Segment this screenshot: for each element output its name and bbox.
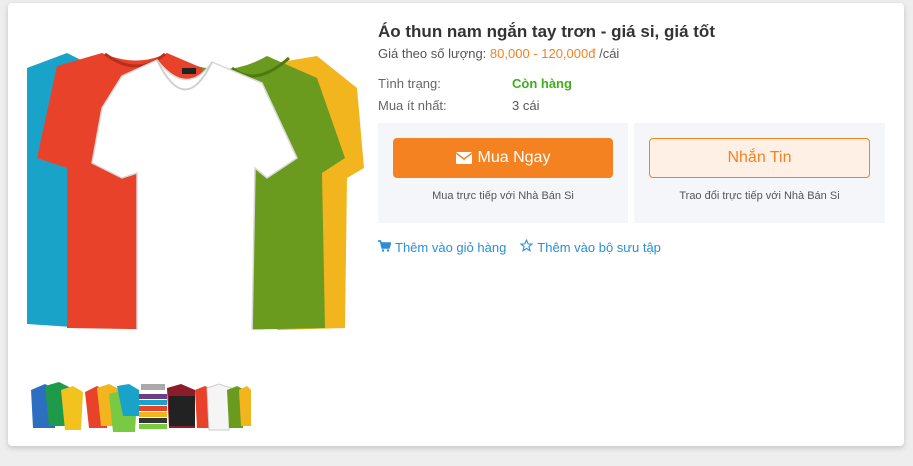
buy-box: Mua Ngay Mua trực tiếp với Nhà Bán Si: [378, 123, 628, 223]
thumbnail-2[interactable]: [83, 376, 139, 432]
message-box: Nhắn Tin Trao đổi trực tiếp với Nhà Bán …: [634, 123, 885, 223]
thumbnail-3[interactable]: [139, 376, 195, 432]
product-title: Áo thun nam ngắn tay trơn - giá si, giá …: [378, 22, 715, 41]
product-card: Áo thun nam ngắn tay trơn - giá si, giá …: [8, 3, 904, 446]
buy-now-label: Mua Ngay: [477, 149, 551, 166]
cart-icon: [378, 239, 392, 255]
thumbnail-1[interactable]: [27, 376, 83, 432]
status-value: Còn hàng: [512, 76, 572, 91]
product-main-image[interactable]: [27, 48, 364, 330]
thumbnail-4[interactable]: [195, 376, 251, 432]
add-to-collection-label: Thêm vào bộ sưu tập: [537, 239, 661, 255]
add-to-collection-link[interactable]: Thêm vào bộ sưu tập: [519, 238, 661, 255]
price-line: Giá theo số lượng: 80,000 - 120,000đ /cá…: [378, 46, 619, 61]
min-order-label: Mua ít nhất:: [378, 98, 447, 113]
status-label: Tình trạng:: [378, 76, 441, 91]
message-label: Nhắn Tin: [727, 149, 792, 166]
message-subtext: Trao đổi trực tiếp với Nhà Bán Si: [679, 190, 840, 202]
envelope-icon: [455, 152, 472, 164]
buy-now-subtext: Mua trực tiếp với Nhà Bán Si: [432, 190, 574, 202]
message-button[interactable]: Nhắn Tin: [649, 138, 870, 178]
add-to-cart-label: Thêm vào giỏ hàng: [395, 239, 507, 255]
thumbnail-strip: [27, 376, 251, 432]
star-outline-icon: [519, 238, 534, 255]
add-to-cart-link[interactable]: Thêm vào giỏ hàng: [378, 239, 506, 255]
min-order-value: 3 cái: [512, 98, 540, 113]
action-links: Thêm vào giỏ hàng Thêm vào bộ sưu tập: [378, 238, 661, 255]
buy-now-button[interactable]: Mua Ngay: [393, 138, 613, 178]
price-unit: /cái: [599, 46, 620, 61]
price-range: 80,000 - 120,000đ: [489, 46, 596, 61]
price-prefix: Giá theo số lượng:: [378, 46, 487, 61]
tshirts-illustration: [27, 52, 364, 330]
